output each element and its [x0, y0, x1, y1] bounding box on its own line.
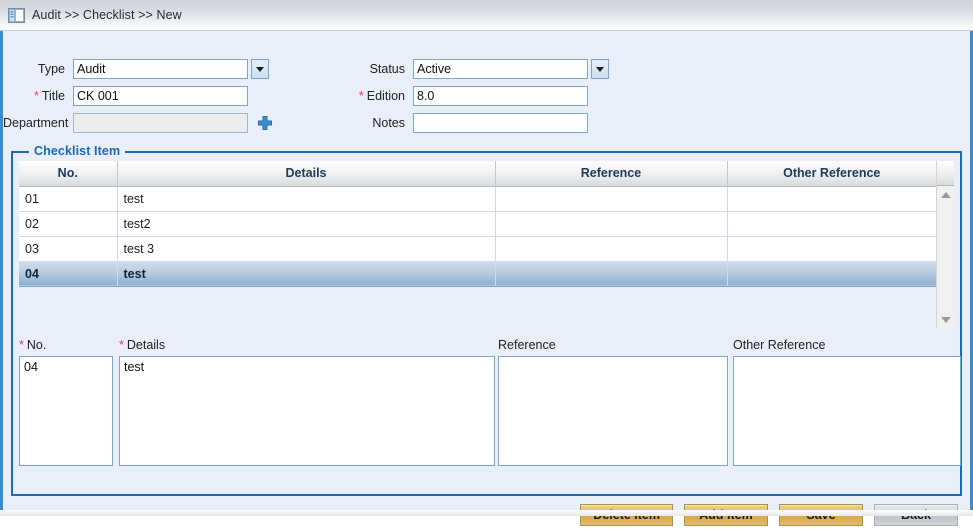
notes-label: Notes [372, 116, 405, 130]
cell-no: 03 [19, 236, 118, 262]
cell-no: 01 [19, 186, 118, 212]
edit-other-reference-label: Other Reference [733, 338, 826, 352]
edit-field-details: * Details [119, 338, 495, 466]
window-panel-icon [8, 7, 25, 23]
cell-details: test [117, 186, 496, 212]
cell-reference [495, 211, 728, 237]
table-row[interactable]: 01 test [19, 186, 936, 212]
field-row-department: Department [3, 110, 303, 136]
edition-required-marker: * [358, 89, 364, 103]
status-label: Status [369, 62, 405, 76]
cell-reference [495, 261, 728, 287]
checklist-item-legend: Checklist Item [29, 144, 126, 158]
column-header-details[interactable]: Details [117, 161, 496, 187]
edit-details-label: Details [126, 338, 166, 352]
edition-label: Edition [366, 89, 405, 103]
title-required-marker: * [33, 89, 39, 103]
notes-input[interactable] [413, 113, 588, 133]
plus-icon[interactable] [256, 114, 274, 132]
checklist-item-edit-panel: *No. *Details Reference Other Reference [19, 338, 961, 468]
page-body: Type Status *Title *Edition Department [0, 31, 973, 526]
table-row-selected[interactable]: 04 test [19, 261, 936, 287]
checklist-table: No. Details Reference Other Reference 01… [19, 161, 936, 287]
breadcrumb[interactable]: Audit >> Checklist >> New [32, 8, 182, 22]
checklist-item-fieldset: Checklist Item No. Details Reference Oth… [11, 144, 962, 496]
title-input[interactable] [73, 86, 248, 106]
edit-field-other-reference: Other Reference [733, 338, 961, 466]
chevron-down-icon [596, 66, 604, 72]
title-label: Title [41, 89, 65, 103]
edit-details-required-marker: * [119, 338, 124, 352]
checklist-grid: No. Details Reference Other Reference 01… [19, 161, 954, 328]
triangle-down-icon[interactable] [937, 312, 954, 328]
field-row-edition: * Edition [328, 83, 628, 109]
edit-no-label: No. [26, 338, 47, 352]
table-row[interactable]: 03 test 3 [19, 236, 936, 262]
edition-input[interactable] [413, 86, 588, 106]
field-row-type: Type [3, 56, 293, 82]
cell-reference [495, 236, 728, 262]
cell-no: 04 [19, 261, 118, 287]
grid-vertical-scrollbar[interactable] [936, 161, 954, 328]
department-label: Department [3, 116, 69, 130]
edit-reference-textarea[interactable] [498, 356, 728, 466]
header-bar: Audit >> Checklist >> New [0, 0, 973, 31]
footer-strip [0, 510, 973, 516]
chevron-down-icon [256, 66, 264, 72]
field-row-status: Status [328, 56, 628, 82]
column-header-no[interactable]: No. [19, 161, 118, 187]
type-label: Type [37, 62, 65, 76]
column-header-reference[interactable]: Reference [495, 161, 728, 187]
department-input[interactable] [73, 113, 248, 133]
edit-reference-label: Reference [498, 338, 556, 352]
status-dropdown-button[interactable] [591, 59, 609, 79]
top-form: Type Status *Title *Edition Department [3, 56, 969, 141]
cell-details: test2 [117, 211, 496, 237]
status-input[interactable] [413, 59, 588, 79]
cell-no: 02 [19, 211, 118, 237]
edit-details-textarea[interactable] [119, 356, 495, 466]
grid-empty-area [19, 287, 936, 328]
edit-field-no: * No. [19, 338, 113, 466]
edit-field-reference: Reference [498, 338, 728, 466]
cell-details: test [117, 261, 496, 287]
cell-details: test 3 [117, 236, 496, 262]
table-row[interactable]: 02 test2 [19, 211, 936, 237]
edit-no-required-marker: * [19, 338, 24, 352]
cell-other-reference [727, 186, 936, 212]
triangle-up-icon[interactable] [937, 187, 954, 203]
cell-other-reference [727, 236, 936, 262]
cell-other-reference [727, 261, 936, 287]
field-row-title: * Title [3, 83, 293, 109]
cell-other-reference [727, 211, 936, 237]
field-row-notes: Notes [328, 110, 628, 136]
column-header-other-reference[interactable]: Other Reference [727, 161, 936, 187]
scrollbar-header-cap [937, 161, 954, 186]
table-header-row: No. Details Reference Other Reference [19, 161, 936, 187]
type-dropdown-button[interactable] [251, 59, 269, 79]
type-input[interactable] [73, 59, 248, 79]
edit-other-reference-textarea[interactable] [733, 356, 961, 466]
edit-no-textarea[interactable] [19, 356, 113, 466]
cell-reference [495, 186, 728, 212]
checklist-grid-table-area: No. Details Reference Other Reference 01… [19, 161, 936, 328]
